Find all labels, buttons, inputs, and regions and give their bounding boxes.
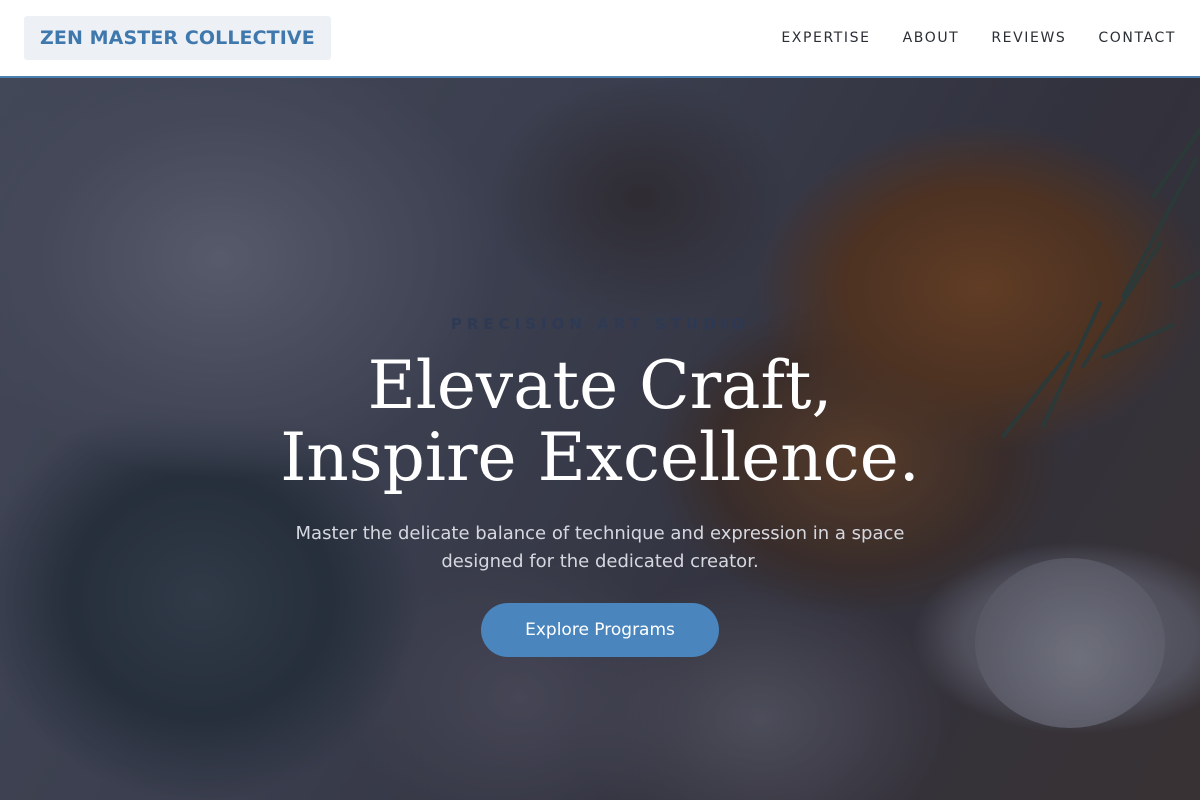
hero-headline: Elevate Craft, Inspire Excellence. (0, 350, 1200, 494)
hero-headline-line-2: Inspire Excellence. (280, 419, 920, 496)
hero-headline-line-1: Elevate Craft, (367, 347, 833, 424)
hero-eyebrow: PRECISION ART STUDIO (450, 315, 750, 333)
hero-content: PRECISION ART STUDIO Elevate Craft, Insp… (0, 78, 1200, 800)
hero-subtext: Master the delicate balance of technique… (295, 523, 905, 572)
nav-link-about[interactable]: ABOUT (903, 30, 960, 46)
main-nav: EXPERTISE ABOUT REVIEWS CONTACT (781, 0, 1176, 76)
nav-link-reviews[interactable]: REVIEWS (991, 30, 1066, 46)
nav-link-expertise[interactable]: EXPERTISE (781, 30, 870, 46)
site-header: ZEN MASTER COLLECTIVE EXPERTISE ABOUT RE… (0, 0, 1200, 78)
hero-section: PRECISION ART STUDIO Elevate Craft, Insp… (0, 78, 1200, 800)
nav-link-contact[interactable]: CONTACT (1098, 30, 1176, 46)
explore-programs-button[interactable]: Explore Programs (481, 603, 719, 657)
site-logo[interactable]: ZEN MASTER COLLECTIVE (24, 16, 331, 60)
